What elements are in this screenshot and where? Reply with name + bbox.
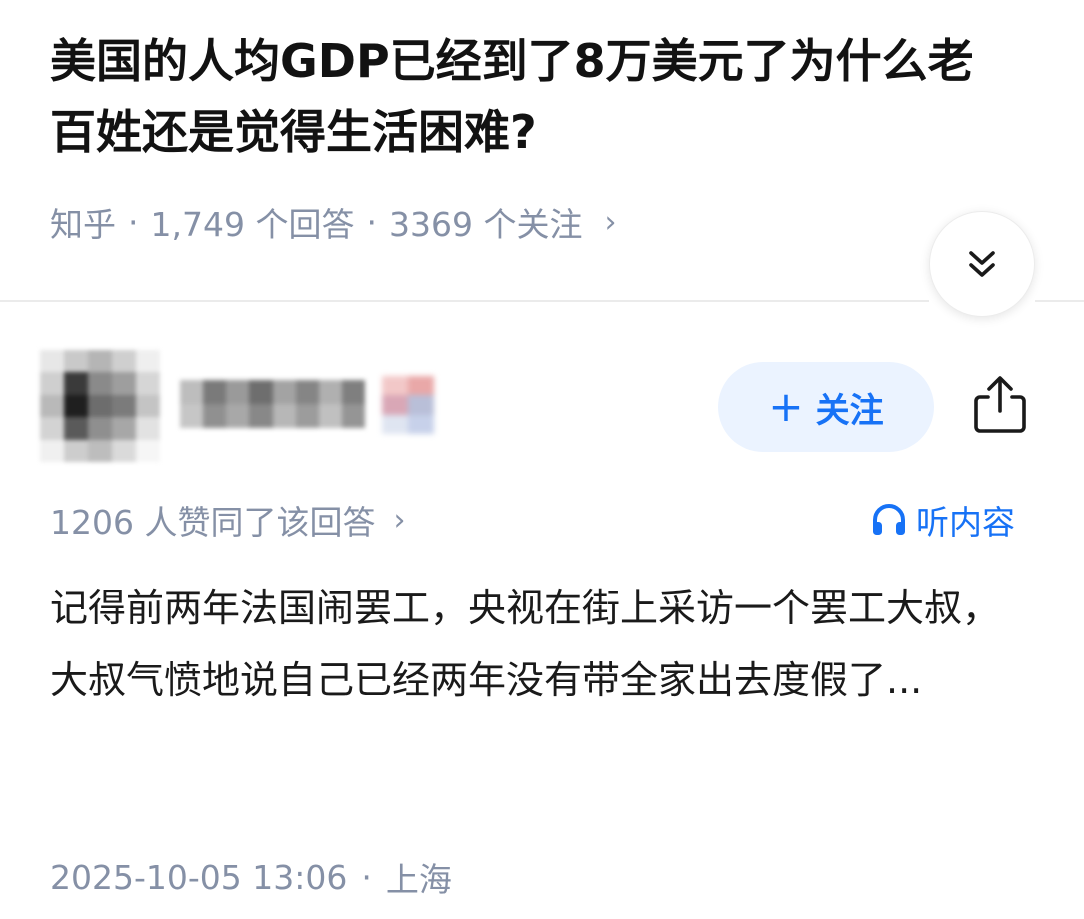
follow-button[interactable]: + 关注 <box>718 362 934 452</box>
question-meta[interactable]: 知乎 · 1,749 个回答 · 3369 个关注 › <box>50 196 616 248</box>
separator-dot: · <box>128 202 139 242</box>
avatar[interactable] <box>40 350 160 462</box>
collapse-button[interactable] <box>929 211 1035 317</box>
follow-count: 3369 个关注 <box>388 205 583 244</box>
chevron-right-icon: › <box>393 502 406 538</box>
listen-button[interactable]: 听内容 <box>870 494 1015 546</box>
listen-button-label: 听内容 <box>916 503 1015 542</box>
share-button[interactable] <box>966 368 1034 440</box>
chevron-right-icon: › <box>604 204 617 240</box>
plus-icon: + <box>768 382 804 431</box>
follow-button-label: 关注 <box>815 390 884 431</box>
answer-location: 上海 <box>385 860 452 899</box>
author-name[interactable] <box>180 380 365 428</box>
answer-footer: 2025-10-05 13:06 · 上海 <box>50 852 452 902</box>
separator-dot: · <box>361 857 372 897</box>
vote-summary[interactable]: 1206 人赞同了该回答 › <box>50 494 405 546</box>
share-icon <box>974 376 1026 433</box>
divider <box>1035 300 1084 302</box>
headphones-icon <box>873 504 905 535</box>
answer-count: 1,749 个回答 <box>150 205 355 244</box>
double-chevron-down-icon <box>969 251 995 277</box>
question-title[interactable]: 美国的人均GDP已经到了8万美元了为什么老百姓还是觉得生活困难? <box>50 26 1010 168</box>
author-badge <box>382 376 434 434</box>
divider <box>0 300 929 302</box>
answer-date: 2025-10-05 13:06 <box>50 857 348 897</box>
vote-count-text: 1206 人赞同了该回答 <box>50 503 376 542</box>
source-label: 知乎 <box>50 205 116 244</box>
separator-dot: · <box>366 202 377 242</box>
zhihu-answer-card: 美国的人均GDP已经到了8万美元了为什么老百姓还是觉得生活困难? 知乎 · 1,… <box>0 0 1084 919</box>
answer-excerpt[interactable]: 记得前两年法国闹罢工，央视在街上采访一个罢工大叔，大叔气愤地说自己已经两年没有带… <box>50 572 1035 716</box>
